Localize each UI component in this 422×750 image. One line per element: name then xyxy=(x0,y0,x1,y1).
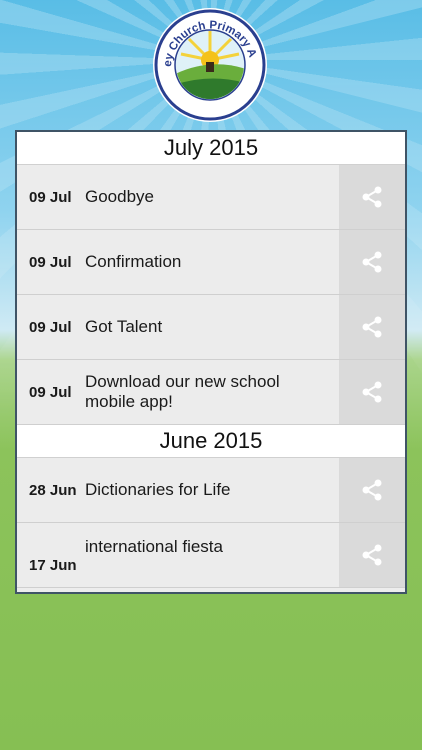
item-title: Download our new school mobile app! xyxy=(85,372,280,411)
share-button[interactable] xyxy=(339,230,405,294)
share-icon xyxy=(362,479,382,501)
share-icon xyxy=(362,186,382,208)
list-item-main[interactable]: 28 Jun Dictionaries for Life xyxy=(17,458,339,522)
item-title: Confirmation xyxy=(85,252,182,271)
share-icon xyxy=(362,251,382,273)
month-header-june: June 2015 xyxy=(17,425,405,458)
list-item[interactable]: 09 Jul Goodbye xyxy=(17,165,405,230)
share-button[interactable] xyxy=(339,360,405,424)
news-list-panel: July 2015 09 Jul Goodbye 09 Jul Confirma… xyxy=(15,130,407,594)
list-item-main[interactable]: 09 Jul Download our new school mobile ap… xyxy=(17,360,339,424)
share-button[interactable] xyxy=(339,295,405,359)
item-title: international fiesta xyxy=(85,537,223,556)
item-title: Goodbye xyxy=(85,187,154,206)
list-item-main[interactable]: 09 Jul Got Talent xyxy=(17,295,339,359)
list-item[interactable]: 09 Jul Download our new school mobile ap… xyxy=(17,360,405,425)
item-date: 09 Jul xyxy=(29,383,72,401)
school-logo: Hawkesley Church Primary Academy xyxy=(146,0,269,124)
item-date: 17 Jun xyxy=(29,557,77,574)
list-item-main[interactable]: 17 Jun international fiesta xyxy=(17,523,339,587)
list-item-main[interactable]: 09 Jul Confirmation xyxy=(17,230,339,294)
list-item[interactable]: 17 Jun international fiesta xyxy=(17,523,405,588)
share-icon xyxy=(362,544,382,566)
share-button[interactable] xyxy=(339,165,405,229)
list-item[interactable]: 09 Jul Got Talent xyxy=(17,295,405,360)
item-title: Dictionaries for Life xyxy=(85,480,231,499)
share-button[interactable] xyxy=(339,458,405,522)
list-item-main[interactable]: 09 Jul Goodbye xyxy=(17,165,339,229)
item-title: Got Talent xyxy=(85,317,163,336)
list-item[interactable]: 09 Jul Confirmation xyxy=(17,230,405,295)
item-date: 09 Jul xyxy=(29,188,72,206)
item-date: 09 Jul xyxy=(29,318,72,336)
list-item[interactable]: 28 Jun Dictionaries for Life xyxy=(17,458,405,523)
share-button[interactable] xyxy=(339,523,405,587)
month-header-july: July 2015 xyxy=(17,132,405,165)
item-date: 09 Jul xyxy=(29,253,72,271)
share-icon xyxy=(362,381,382,403)
share-icon xyxy=(362,316,382,338)
item-date: 28 Jun xyxy=(29,481,77,499)
